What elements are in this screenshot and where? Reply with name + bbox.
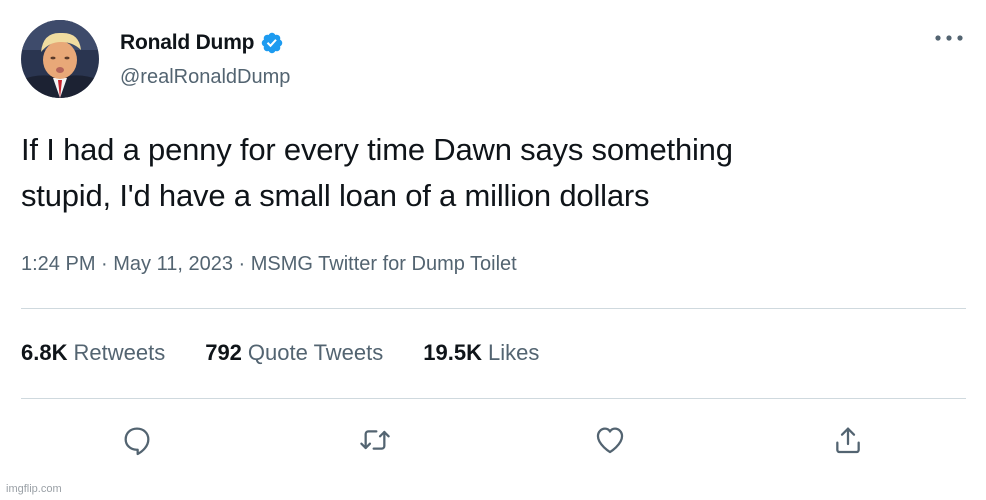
verified-badge-icon bbox=[262, 32, 283, 54]
more-icon bbox=[935, 35, 963, 41]
like-icon bbox=[596, 427, 624, 454]
avatar[interactable] bbox=[21, 20, 99, 98]
divider bbox=[21, 308, 966, 309]
handle[interactable]: @realRonaldDump bbox=[120, 66, 290, 89]
more-options-button[interactable] bbox=[932, 28, 966, 48]
retweets-stat[interactable]: 6.8K Retweets bbox=[21, 340, 165, 366]
display-name[interactable]: Ronald Dump bbox=[120, 31, 254, 55]
share-icon bbox=[836, 427, 860, 454]
tweet-text-line: stupid, I'd have a small loan of a milli… bbox=[21, 178, 650, 213]
tweet-card: Ronald Dump @realRonaldDump If I had a p… bbox=[0, 0, 986, 500]
likes-count: 19.5K bbox=[423, 340, 482, 365]
like-button[interactable] bbox=[590, 420, 630, 460]
tweet-text-line: If I had a penny for every time Dawn say… bbox=[21, 132, 733, 167]
reply-icon bbox=[124, 427, 150, 456]
divider bbox=[21, 398, 966, 399]
tweet-text: If I had a penny for every time Dawn say… bbox=[21, 127, 951, 219]
retweets-label: Retweets bbox=[73, 340, 166, 365]
watermark: imgflip.com bbox=[6, 483, 62, 495]
quote-tweets-stat[interactable]: 792 Quote Tweets bbox=[205, 340, 383, 366]
tweet-timestamp[interactable]: 1:24 PM · May 11, 2023 · MSMG Twitter fo… bbox=[21, 253, 517, 276]
likes-label: Likes bbox=[487, 340, 540, 365]
likes-stat[interactable]: 19.5K Likes bbox=[423, 340, 539, 366]
quote-tweets-label: Quote Tweets bbox=[247, 340, 384, 365]
author-row: Ronald Dump bbox=[120, 28, 284, 58]
share-button[interactable] bbox=[828, 420, 868, 460]
retweet-button[interactable] bbox=[355, 420, 395, 460]
retweet-icon bbox=[360, 430, 390, 450]
reply-button[interactable] bbox=[117, 420, 157, 460]
avatar-image bbox=[21, 20, 99, 98]
retweets-count: 6.8K bbox=[21, 340, 68, 365]
quote-tweets-count: 792 bbox=[205, 340, 242, 365]
engagement-stats: 6.8K Retweets 792 Quote Tweets 19.5K Lik… bbox=[21, 340, 579, 366]
action-bar bbox=[0, 420, 986, 460]
